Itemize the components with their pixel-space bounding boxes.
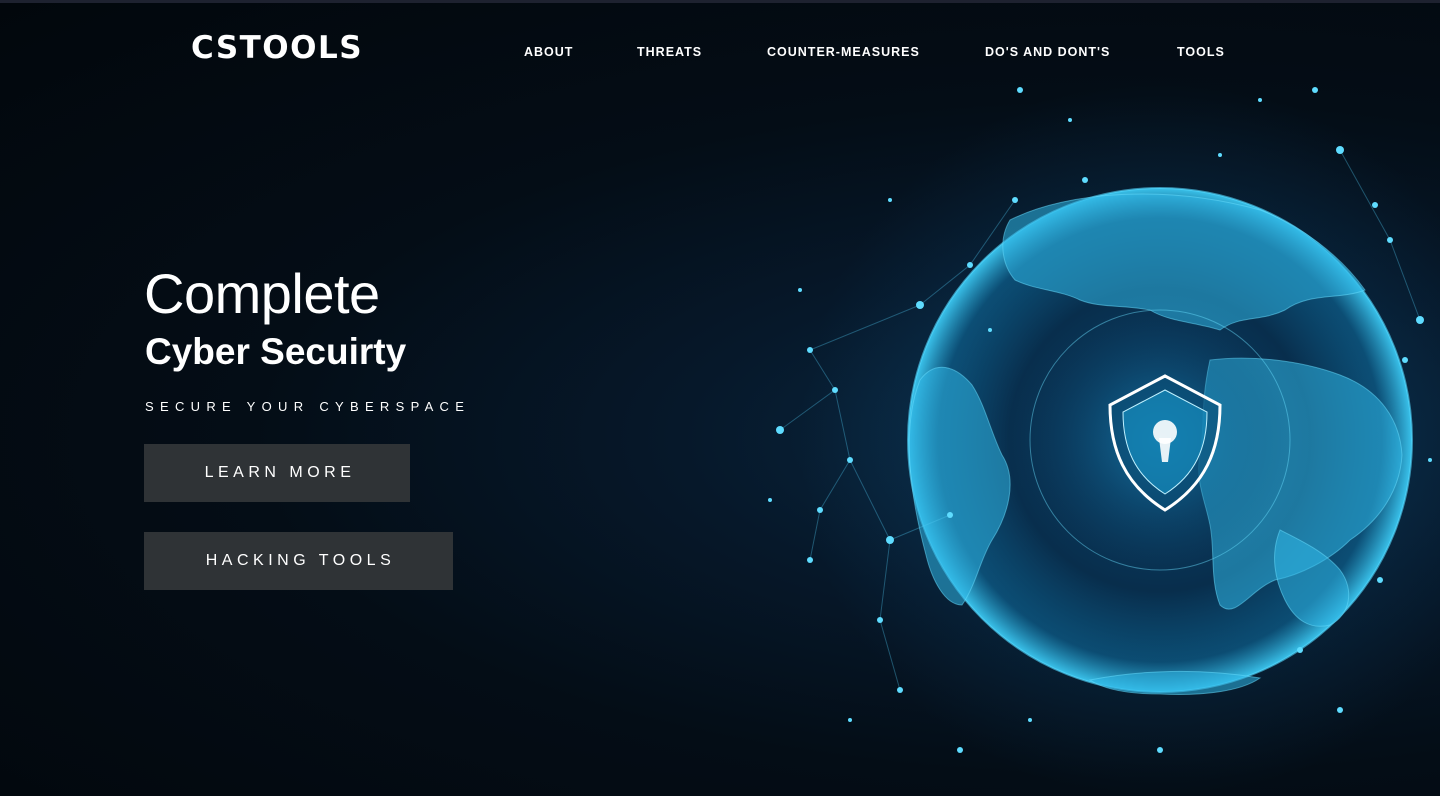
nav-about-link[interactable]: ABOUT [524, 45, 573, 59]
hero-title: Complete [144, 262, 380, 325]
nav-tools-link[interactable]: TOOLS [1177, 45, 1225, 59]
nav-threats-link[interactable]: THREATS [637, 45, 702, 59]
landing-page: CSTOOLS ABOUT THREATS COUNTER-MEASURES D… [0, 0, 1440, 796]
hacking-tools-button[interactable]: HACKING TOOLS [144, 532, 453, 590]
hero-tagline: SECURE YOUR CYBERSPACE [145, 399, 471, 414]
main-nav: ABOUT THREATS COUNTER-MEASURES DO'S AND … [0, 45, 1440, 61]
top-strip [0, 0, 1440, 3]
hero-subtitle: Cyber Secuirty [145, 331, 407, 372]
globe-shield-illustration [768, 80, 1440, 796]
nav-dos-and-donts-link[interactable]: DO'S AND DONT'S [985, 45, 1110, 59]
learn-more-button[interactable]: LEARN MORE [144, 444, 410, 502]
nav-counter-measures-link[interactable]: COUNTER-MEASURES [767, 45, 920, 59]
